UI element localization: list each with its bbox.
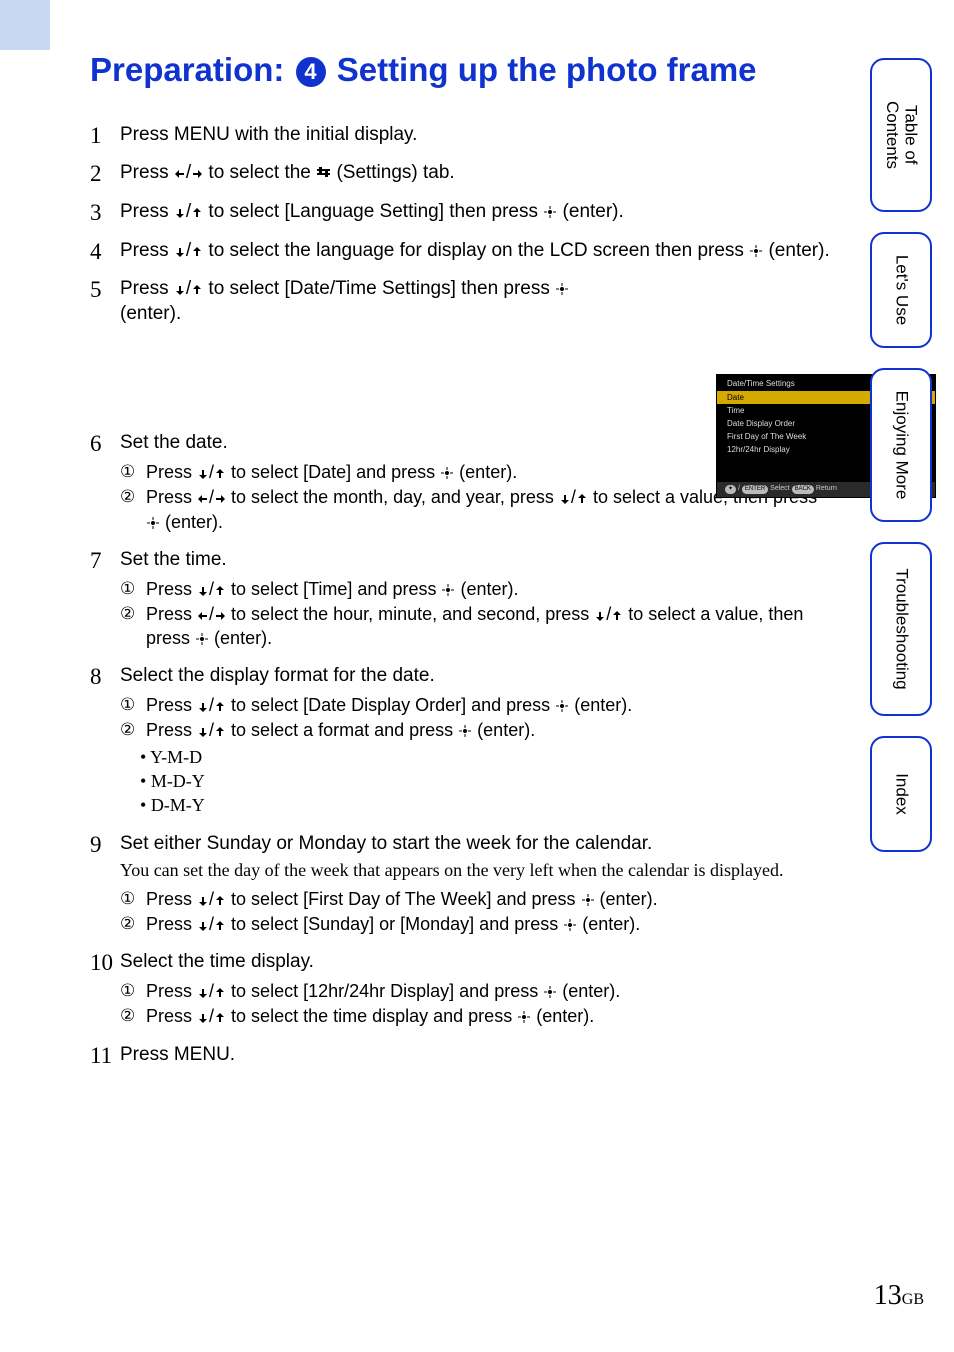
step-9: 9 Set either Sunday or Monday to start t… [90, 832, 830, 937]
page-corner-accent [0, 0, 50, 50]
step-7: 7 Set the time. ① Press / to select [Tim… [90, 548, 830, 651]
up-arrow-icon [214, 701, 226, 713]
down-arrow-icon [197, 1012, 209, 1024]
tab-index[interactable]: Index [870, 736, 932, 852]
format-option-mdy: M-D-Y [140, 769, 830, 793]
down-arrow-icon [197, 920, 209, 932]
down-arrow-icon [174, 284, 186, 296]
up-arrow-icon [191, 207, 203, 219]
tab-troubleshooting[interactable]: Troubleshooting [870, 542, 932, 716]
right-arrow-icon [191, 168, 203, 180]
up-arrow-icon [191, 284, 203, 296]
up-arrow-icon [214, 585, 226, 597]
step-10: 10 Select the time display. ① Press / to… [90, 950, 830, 1028]
down-arrow-icon [197, 468, 209, 480]
left-arrow-icon [174, 168, 186, 180]
enter-icon [195, 632, 209, 646]
down-arrow-icon [174, 246, 186, 258]
step-1: 1 Press MENU with the initial display. [90, 123, 830, 148]
down-arrow-icon [197, 895, 209, 907]
down-arrow-icon [197, 585, 209, 597]
enter-icon [517, 1010, 531, 1024]
step-8-sub-2: ② Press / to select a format and press (… [120, 718, 830, 742]
step-10-sub-2: ② Press / to select the time display and… [120, 1004, 830, 1028]
tab-enjoying-more[interactable]: Enjoying More [870, 368, 932, 522]
enter-icon [555, 699, 569, 713]
enter-icon [543, 985, 557, 999]
up-arrow-icon [191, 246, 203, 258]
down-arrow-icon [197, 987, 209, 999]
enter-icon [581, 893, 595, 907]
main-content: Preparation: 4 Setting up the photo fram… [90, 48, 830, 1081]
step-3: 3 Press / to select [Language Setting] t… [90, 200, 830, 225]
up-arrow-icon [214, 468, 226, 480]
down-arrow-icon [197, 701, 209, 713]
enter-icon [458, 724, 472, 738]
right-arrow-icon [214, 610, 226, 622]
format-option-ymd: Y-M-D [140, 745, 830, 769]
left-arrow-icon [197, 493, 209, 505]
step-9-sub-2: ② Press / to select [Sunday] or [Monday]… [120, 912, 830, 936]
up-arrow-icon [214, 895, 226, 907]
enter-icon [441, 583, 455, 597]
left-arrow-icon [197, 610, 209, 622]
page-number: 13GB [874, 1280, 924, 1312]
step-8: 8 Select the display format for the date… [90, 664, 830, 817]
step-9-sub-1: ① Press / to select [First Day of The We… [120, 887, 830, 911]
tab-table-of-contents[interactable]: Table ofContents [870, 58, 932, 212]
enter-icon [555, 282, 569, 296]
enter-icon [543, 205, 557, 219]
page-title: Preparation: 4 Setting up the photo fram… [90, 48, 830, 93]
up-arrow-icon [214, 726, 226, 738]
right-arrow-icon [214, 493, 226, 505]
format-option-dmy: D-M-Y [140, 793, 830, 817]
down-arrow-icon [174, 207, 186, 219]
step-7-sub-1: ① Press / to select [Time] and press (en… [120, 577, 830, 601]
enter-icon [749, 244, 763, 258]
step-11: 11 Press MENU. [90, 1043, 830, 1068]
up-arrow-icon [214, 1012, 226, 1024]
step-2: 2 Press / to select the (Settings) tab. [90, 161, 830, 186]
step-9-note: You can set the day of the week that app… [120, 859, 830, 882]
step-badge-4: 4 [296, 57, 326, 87]
enter-icon [440, 466, 454, 480]
enter-icon [146, 516, 160, 530]
up-arrow-icon [576, 493, 588, 505]
up-arrow-icon [214, 987, 226, 999]
tab-lets-use[interactable]: Let's Use [870, 232, 932, 348]
up-arrow-icon [214, 920, 226, 932]
step-4: 4 Press / to select the language for dis… [90, 239, 830, 264]
step-8-sub-1: ① Press / to select [Date Display Order]… [120, 693, 830, 717]
up-arrow-icon [611, 610, 623, 622]
steps-list: 1 Press MENU with the initial display. 2… [90, 123, 830, 1068]
step-10-sub-1: ① Press / to select [12hr/24hr Display] … [120, 979, 830, 1003]
enter-icon [563, 918, 577, 932]
down-arrow-icon [559, 493, 571, 505]
down-arrow-icon [594, 610, 606, 622]
side-tabs: Table ofContents Let's Use Enjoying More… [870, 58, 932, 872]
step-7-sub-2: ② Press / to select the hour, minute, an… [120, 602, 830, 651]
down-arrow-icon [197, 726, 209, 738]
settings-icon [316, 167, 331, 180]
